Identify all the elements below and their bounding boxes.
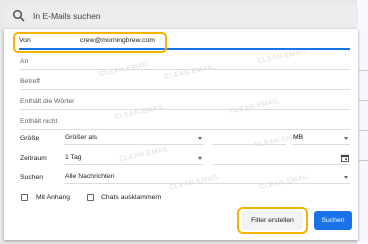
has-attachment-checkbox[interactable] — [21, 194, 28, 201]
search-icon — [13, 10, 25, 22]
search-in-label: Suchen — [20, 174, 44, 181]
search-in-select[interactable]: Alle Nachrichten — [64, 172, 350, 184]
search-in-value: Alle Nachrichten — [65, 173, 115, 180]
size-unit-value: MB — [293, 134, 304, 141]
search-placeholder: In E-Mails suchen — [33, 11, 101, 21]
search-button[interactable]: Suchen — [314, 211, 352, 230]
size-comparator-value: Größer als — [65, 134, 98, 141]
has-words-label: Enthält die Wörter — [20, 98, 75, 105]
chevron-down-icon — [344, 176, 348, 179]
date-range-label: Zeitraum — [20, 155, 47, 162]
size-unit-select[interactable]: MB — [292, 133, 350, 145]
chevron-down-icon — [198, 157, 202, 160]
chevron-down-icon — [344, 137, 348, 140]
size-comparator-select[interactable]: Größer als — [64, 133, 204, 145]
size-label: Größe — [20, 135, 40, 142]
exclude-chats-checkbox[interactable] — [87, 194, 94, 201]
date-range-select[interactable]: 1 Tag — [64, 153, 204, 165]
date-input[interactable] — [212, 153, 350, 165]
from-highlight-box — [13, 32, 167, 53]
advanced-search-dialog: CLEAN.EMAIL CLEAN.EMAIL CLEAN.EMAIL CLEA… — [4, 29, 358, 240]
calendar-icon[interactable] — [341, 154, 349, 162]
search-bar[interactable]: In E-Mails suchen — [4, 4, 358, 28]
exclude-chats-label: Chats ausklammern — [101, 194, 162, 201]
no-words-label: Enthält nicht — [20, 118, 58, 125]
has-attachment-label: Mit Anhang — [36, 194, 71, 201]
background-inbox-edge — [357, 0, 368, 244]
no-words-field[interactable]: Enthält nicht — [20, 110, 350, 130]
create-filter-button[interactable]: Filter erstellen — [242, 211, 303, 230]
date-range-value: 1 Tag — [65, 154, 82, 161]
subject-label: Betreff — [20, 78, 40, 85]
to-label: An — [20, 58, 29, 65]
chevron-down-icon — [198, 137, 202, 140]
has-words-field[interactable]: Enthält die Wörter — [20, 90, 350, 110]
subject-field[interactable]: Betreff — [20, 70, 350, 90]
size-value-input[interactable] — [212, 133, 286, 145]
to-field[interactable]: An — [20, 53, 350, 70]
